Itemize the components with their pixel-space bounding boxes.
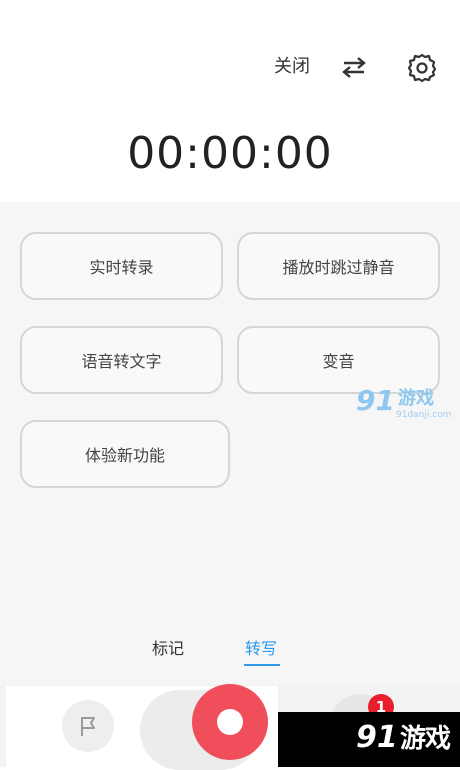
watermark-domain: 91danji.com	[396, 410, 452, 420]
watermark-text: 游戏	[398, 388, 434, 409]
watermark-logo: 91 游戏 91danji.com	[356, 384, 452, 424]
try-new-features-button[interactable]: 体验新功能	[20, 420, 230, 488]
record-button[interactable]	[192, 684, 268, 760]
realtime-transcribe-button[interactable]: 实时转录	[20, 232, 223, 300]
skip-silence-button[interactable]: 播放时跳过静音	[237, 232, 440, 300]
corner-watermark-number: 91	[356, 720, 398, 755]
tab-mark[interactable]: 标记	[152, 638, 184, 660]
active-tab-indicator	[244, 664, 280, 666]
swap-arrows-icon[interactable]	[340, 55, 368, 79]
tab-transcribe[interactable]: 转写	[245, 638, 277, 660]
speech-to-text-button[interactable]: 语音转文字	[20, 326, 223, 394]
flag-icon	[81, 717, 95, 736]
corner-watermark: 91 游戏	[278, 712, 460, 767]
corner-watermark-text: 游戏	[400, 724, 451, 754]
gear-icon[interactable]	[406, 52, 438, 84]
flag-button[interactable]	[62, 700, 114, 752]
watermark-number: 91	[356, 384, 395, 417]
recording-timer: 00:00:00	[127, 128, 333, 179]
close-button[interactable]: 关闭	[274, 55, 310, 79]
record-icon	[217, 709, 243, 735]
